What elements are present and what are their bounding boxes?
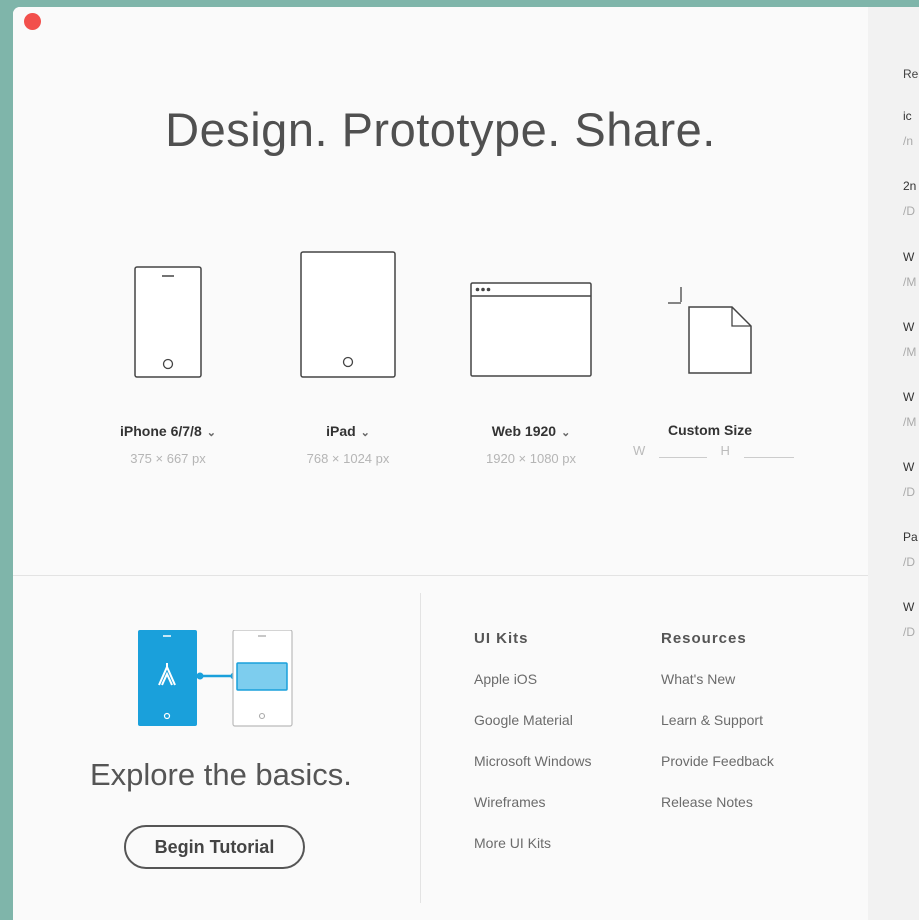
- begin-tutorial-button[interactable]: Begin Tutorial: [124, 825, 305, 869]
- preset-name[interactable]: Web 1920 ⌄: [456, 423, 606, 439]
- recent-file-name[interactable]: ic: [903, 109, 912, 123]
- tutorial-illustration: [138, 630, 293, 727]
- width-label: W: [633, 443, 646, 458]
- ui-kit-google-material[interactable]: Google Material: [474, 712, 573, 728]
- recent-file-path: /D: [903, 204, 915, 218]
- recent-file-name[interactable]: W: [903, 600, 914, 614]
- ui-kit-wireframes[interactable]: Wireframes: [474, 794, 546, 810]
- whats-new-link[interactable]: What's New: [661, 671, 735, 687]
- recent-file-name[interactable]: W: [903, 250, 914, 264]
- recent-files-panel: Re ic /n 2n /D W /M W /M W /M W /D Pa /D…: [868, 7, 919, 920]
- preset-size: 768 × 1024 px: [306, 451, 390, 466]
- ui-kit-microsoft-windows[interactable]: Microsoft Windows: [474, 753, 591, 769]
- recent-file-path: /M: [903, 275, 917, 289]
- preset-size: 1920 × 1080 px: [486, 451, 576, 466]
- recent-file-path: /D: [903, 485, 915, 499]
- recent-file-name[interactable]: 2n: [903, 179, 916, 193]
- preset-name[interactable]: iPhone 6/7/8 ⌄: [93, 423, 243, 439]
- vertical-divider: [420, 593, 421, 903]
- preset-web[interactable]: Web 1920 ⌄ 1920 × 1080 px: [456, 247, 606, 466]
- preset-ipad[interactable]: iPad ⌄ 768 × 1024 px: [273, 247, 423, 466]
- custom-size-icon: [668, 287, 752, 374]
- close-window-button[interactable]: [24, 13, 41, 30]
- main-panel: Design. Prototype. Share. iPhone 6/7/8 ⌄ …: [13, 7, 868, 920]
- recent-file-name[interactable]: W: [903, 320, 914, 334]
- recent-file-path: /D: [903, 555, 915, 569]
- start-screen-window: Design. Prototype. Share. iPhone 6/7/8 ⌄ …: [13, 7, 919, 920]
- page-title: Design. Prototype. Share.: [165, 103, 716, 156]
- recent-file-path: /n: [903, 134, 914, 148]
- resources-heading: Resources: [661, 630, 747, 647]
- chevron-down-icon[interactable]: ⌄: [561, 427, 570, 439]
- preset-iphone[interactable]: iPhone 6/7/8 ⌄ 375 × 667 px: [93, 247, 243, 466]
- recent-file-name[interactable]: W: [903, 390, 914, 404]
- recent-file-name[interactable]: W: [903, 460, 914, 474]
- recent-heading: Re: [903, 67, 919, 81]
- ui-kit-apple-ios[interactable]: Apple iOS: [474, 671, 537, 687]
- height-input[interactable]: [743, 443, 794, 458]
- width-input[interactable]: [658, 443, 707, 458]
- chevron-down-icon[interactable]: ⌄: [207, 427, 216, 439]
- preset-name[interactable]: iPad ⌄: [273, 423, 423, 439]
- custom-size-inputs: W H: [633, 443, 794, 458]
- ipad-icon: [300, 251, 396, 378]
- preset-custom[interactable]: Custom Size: [635, 247, 785, 438]
- recent-file-path: /M: [903, 345, 917, 359]
- recent-file-path: /M: [903, 415, 917, 429]
- preset-name: Custom Size: [667, 422, 752, 438]
- browser-window-icon: [470, 282, 592, 377]
- iphone-icon: [134, 266, 202, 378]
- chevron-down-icon[interactable]: ⌄: [361, 427, 370, 439]
- learn-support-link[interactable]: Learn & Support: [661, 712, 763, 728]
- height-label: H: [720, 443, 730, 458]
- recent-file-path: /D: [903, 625, 915, 639]
- section-divider: [13, 575, 868, 576]
- release-notes-link[interactable]: Release Notes: [661, 794, 753, 810]
- recent-file-name[interactable]: Pa: [903, 530, 918, 544]
- ui-kits-heading: UI Kits: [474, 630, 529, 647]
- provide-feedback-link[interactable]: Provide Feedback: [661, 753, 774, 769]
- preset-size: 375 × 667 px: [130, 451, 206, 466]
- explore-heading: Explore the basics.: [90, 757, 352, 792]
- more-ui-kits-link[interactable]: More UI Kits: [474, 835, 551, 851]
